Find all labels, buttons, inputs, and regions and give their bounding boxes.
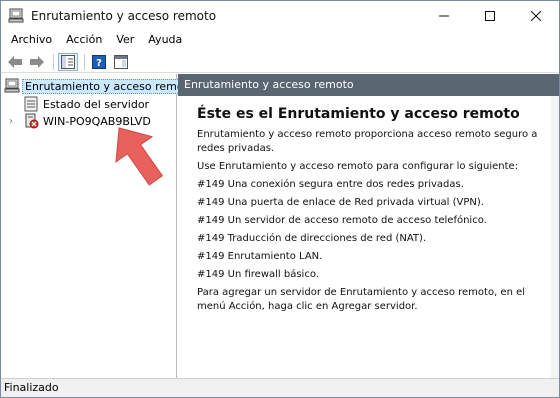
tree-item-label: Estado del servidor xyxy=(43,97,150,111)
app-window: Enrutamiento y acceso remoto Archivo Acc… xyxy=(0,0,560,398)
server-list-icon xyxy=(23,96,39,112)
back-arrow-icon xyxy=(8,55,22,68)
status-bar: Finalizado xyxy=(1,378,559,397)
annotation-arrow-icon xyxy=(115,127,164,186)
window-title: Enrutamiento y acceso remoto xyxy=(31,8,217,23)
console-view-icon xyxy=(114,54,128,69)
menu-ayuda[interactable]: Ayuda xyxy=(141,31,189,49)
content-header: Enrutamiento y acceso remoto xyxy=(178,74,559,96)
close-button[interactable] xyxy=(513,1,559,30)
show-hide-tree-icon xyxy=(61,54,75,69)
vertical-scrollbar[interactable] xyxy=(551,96,559,378)
minimize-icon xyxy=(439,15,449,16)
close-icon xyxy=(531,10,541,21)
svg-text:?: ? xyxy=(96,58,102,69)
content-pane: Enrutamiento y acceso remoto Éste es el … xyxy=(178,74,559,378)
maximize-icon xyxy=(485,10,495,21)
menu-accion[interactable]: Acción xyxy=(59,31,109,49)
show-hide-tree-button[interactable] xyxy=(58,52,78,71)
use-text: Use Enrutamiento y acceso remoto para co… xyxy=(197,161,519,172)
menu-bar: Archivo Acción Ver Ayuda xyxy=(1,30,559,50)
intro-text: Enrutamiento y acceso remoto proporciona… xyxy=(197,129,538,154)
footer-text: Para agregar un servidor de Enrutamiento… xyxy=(197,287,526,312)
forward-button[interactable] xyxy=(27,53,47,71)
feature-item: #149 Enrutamiento LAN. xyxy=(197,251,323,262)
feature-item: #149 Una conexión segura entre dos redes… xyxy=(197,179,464,190)
server-stopped-icon xyxy=(23,113,39,129)
routing-app-icon xyxy=(8,8,24,24)
back-button[interactable] xyxy=(5,53,25,71)
content-body: Éste es el Enrutamiento y acceso remoto … xyxy=(178,96,559,314)
help-icon: ? xyxy=(92,54,106,69)
help-button[interactable]: ? xyxy=(89,53,109,71)
page-title: Éste es el Enrutamiento y acceso remoto xyxy=(197,106,520,122)
toolbar-separator xyxy=(53,53,54,70)
forward-arrow-icon xyxy=(30,55,44,68)
maximize-button[interactable] xyxy=(467,1,513,30)
tree-root-label: Enrutamiento y acceso remoto xyxy=(22,78,198,94)
tree-root-node[interactable]: Enrutamiento y acceso remoto xyxy=(4,77,198,95)
toolbar-separator xyxy=(84,53,85,70)
feature-item: #149 Un servidor de acceso remoto de acc… xyxy=(197,215,487,226)
window-controls xyxy=(421,1,559,30)
feature-item: #149 Un firewall básico. xyxy=(197,269,319,280)
toolbar: ? xyxy=(1,51,559,73)
menu-ver[interactable]: Ver xyxy=(109,31,141,49)
console-view-button[interactable] xyxy=(111,53,131,71)
title-bar[interactable]: Enrutamiento y acceso remoto xyxy=(1,1,559,30)
feature-item: #149 Una puerta de enlace de Red privada… xyxy=(197,197,484,208)
menu-archivo[interactable]: Archivo xyxy=(4,31,59,49)
chevron-right-icon[interactable]: › xyxy=(9,116,19,127)
feature-item: #149 Traducción de direcciones de red (N… xyxy=(197,233,427,244)
routing-server-icon xyxy=(4,78,20,94)
tree-item-server-status[interactable]: Estado del servidor xyxy=(23,95,151,113)
minimize-button[interactable] xyxy=(421,1,467,30)
